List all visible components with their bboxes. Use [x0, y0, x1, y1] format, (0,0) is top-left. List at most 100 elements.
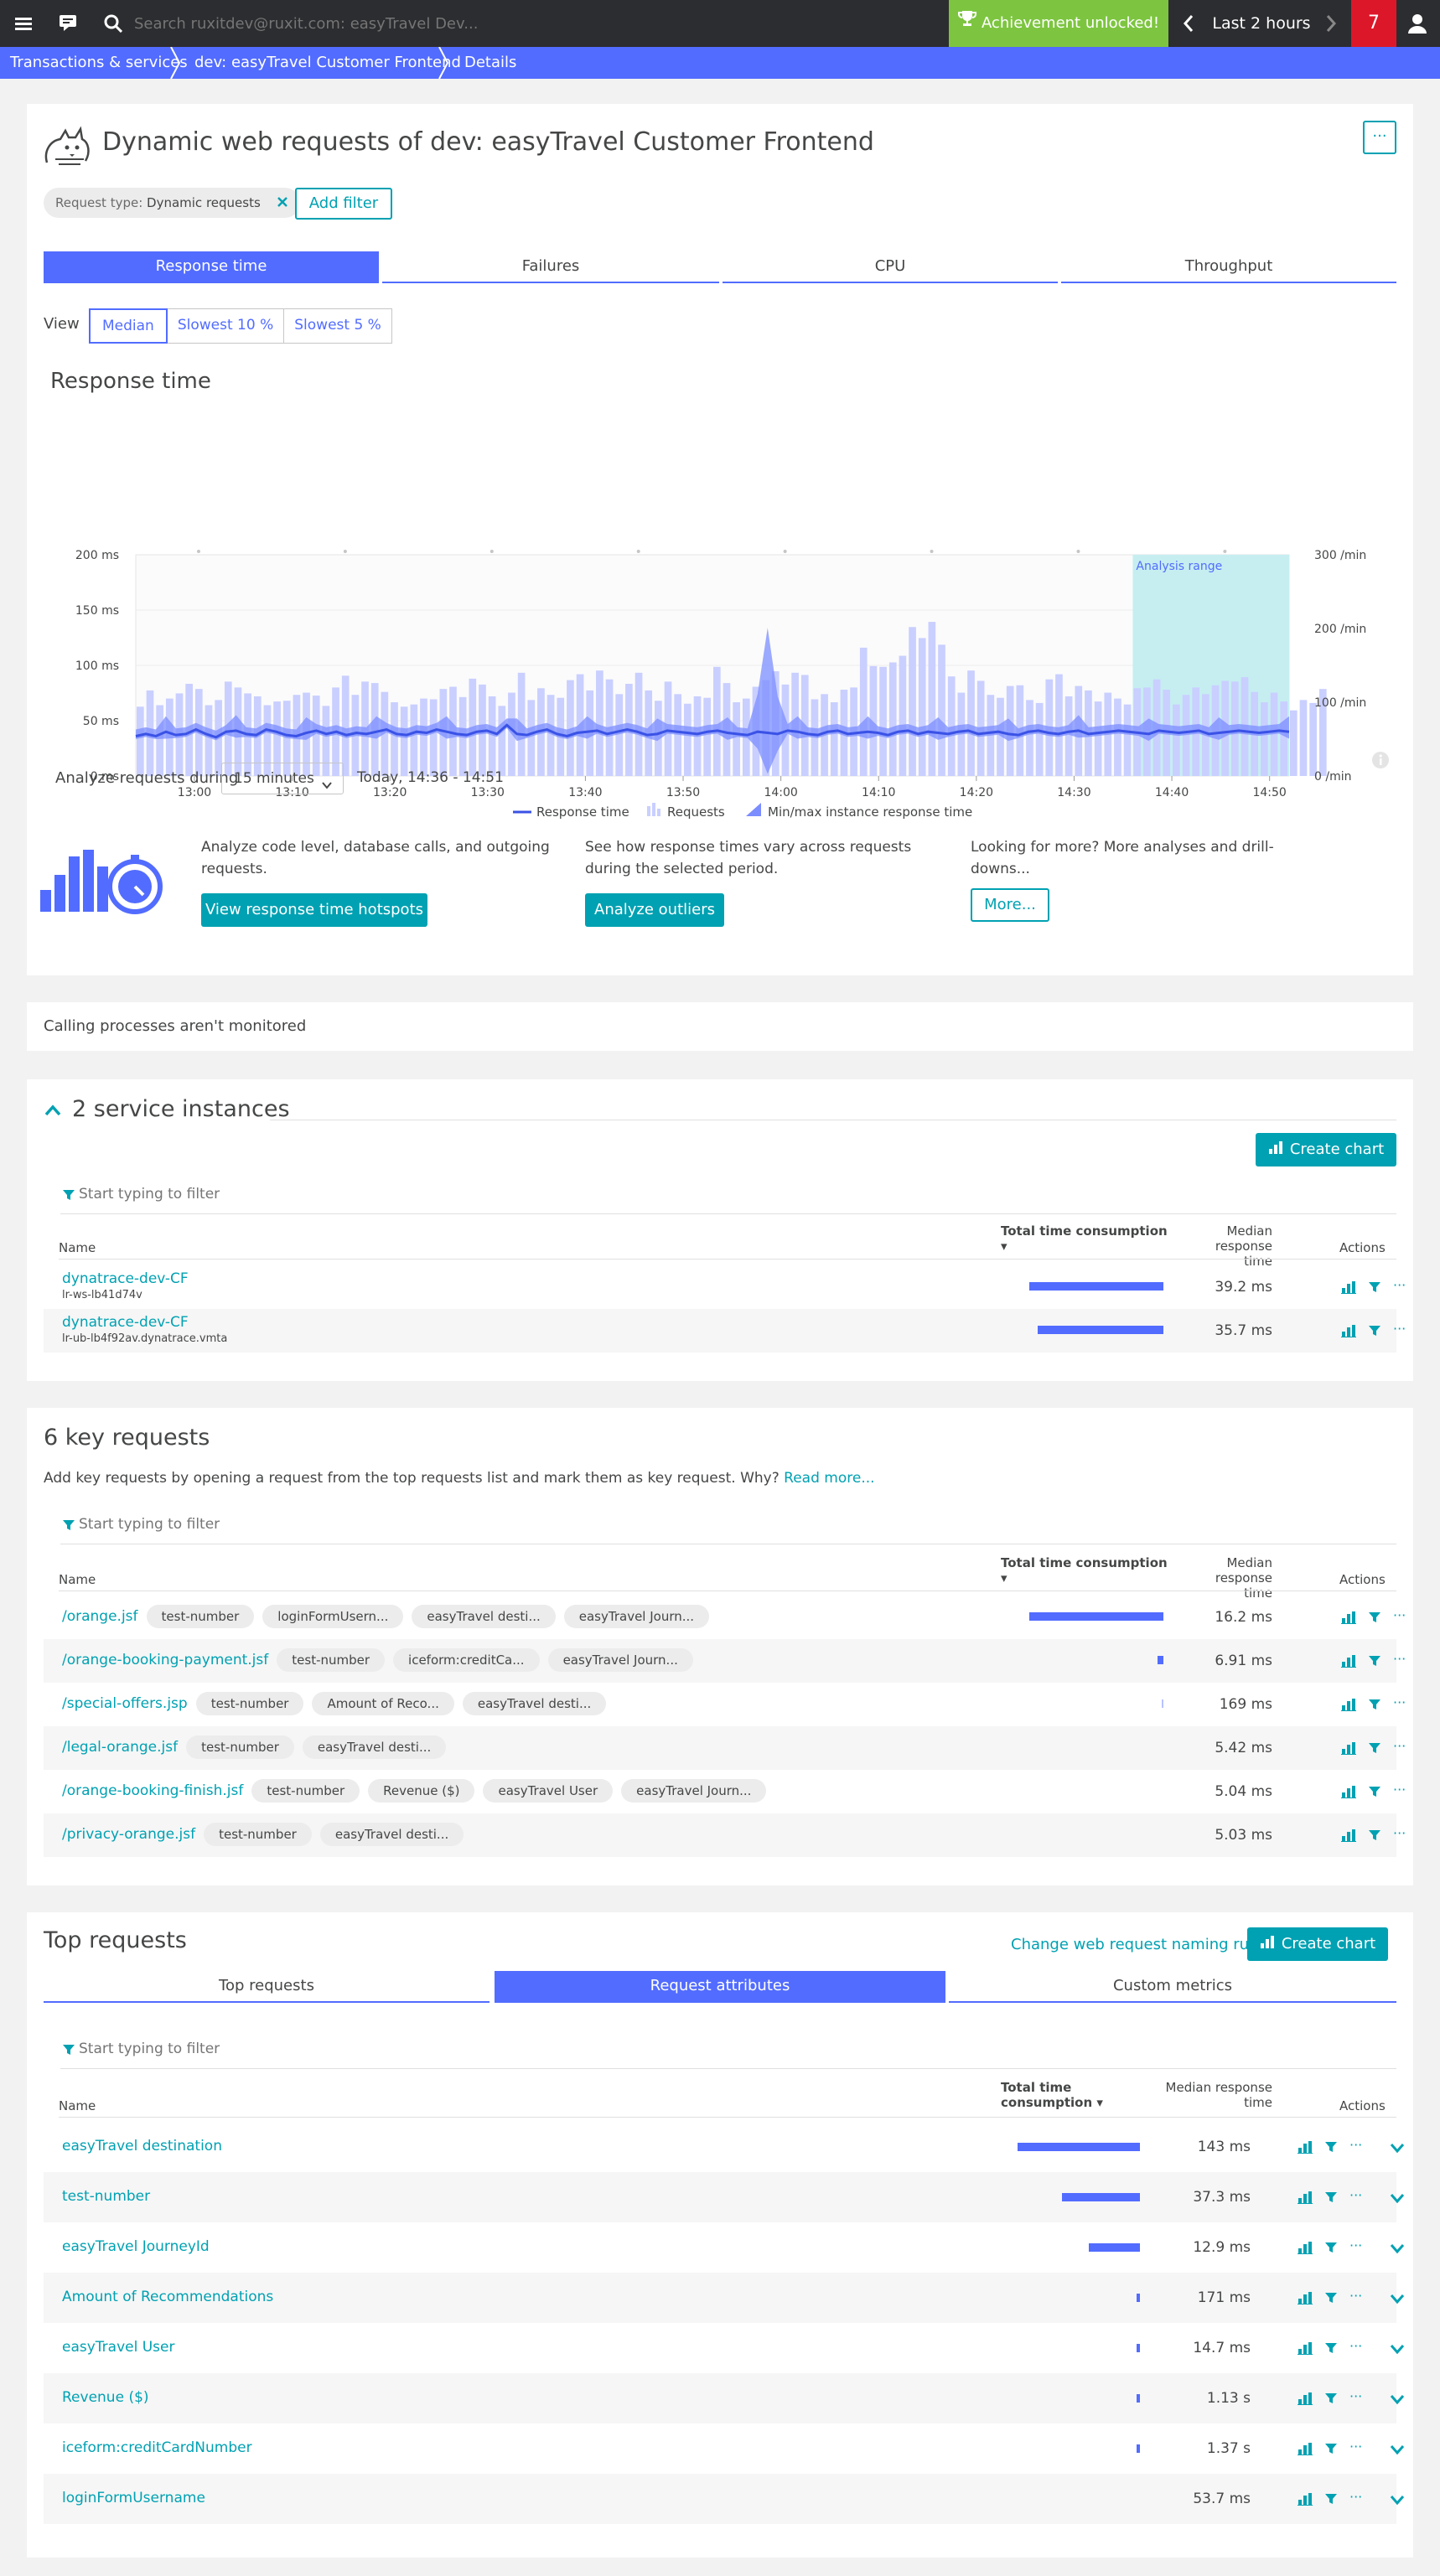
filter-icon[interactable]	[1368, 1324, 1381, 1337]
chevron-down-icon[interactable]	[1390, 2191, 1405, 2204]
filter-icon[interactable]	[1368, 1741, 1381, 1755]
more-icon[interactable]: ···	[1393, 1694, 1406, 1710]
tab-throughput[interactable]: Throughput	[1061, 251, 1396, 283]
legend-requests-label[interactable]: Requests	[667, 804, 725, 820]
filter-icon[interactable]	[1324, 2241, 1338, 2254]
more-icon[interactable]: ···	[1393, 1782, 1406, 1798]
chevron-down-icon[interactable]	[1390, 2442, 1405, 2455]
more-button[interactable]: ···	[1363, 121, 1396, 154]
more-icon[interactable]: ···	[1393, 1321, 1406, 1337]
request-attribute-link[interactable]: test-number	[62, 2188, 150, 2205]
more-icon[interactable]: ···	[1393, 1738, 1406, 1754]
chevron-down-icon[interactable]	[1390, 2291, 1405, 2304]
key-request-link[interactable]: /special-offers.jsp	[62, 1695, 188, 1712]
breadcrumb-item-transactions[interactable]: Transactions & services	[10, 47, 188, 79]
info-icon[interactable]	[1371, 751, 1390, 769]
analyze-outliers-button[interactable]: Analyze outliers	[585, 893, 724, 927]
chart-icon[interactable]	[1298, 2392, 1313, 2405]
tab-cpu[interactable]: CPU	[723, 251, 1058, 283]
add-filter-button[interactable]: Add filter	[295, 188, 392, 220]
chevron-up-icon[interactable]	[44, 1103, 62, 1118]
view-slowest5-button[interactable]: Slowest 5 %	[284, 308, 392, 344]
search-input[interactable]	[134, 10, 486, 37]
tab-top-requests[interactable]: Top requests	[44, 1971, 489, 2003]
filter-icon[interactable]	[1324, 2492, 1338, 2506]
view-hotspots-button[interactable]: View response time hotspots	[201, 893, 427, 927]
create-chart-button[interactable]: Create chart	[1247, 1927, 1388, 1961]
more-icon[interactable]: ···	[1393, 1607, 1406, 1623]
filter-icon[interactable]	[1324, 2291, 1338, 2304]
chevron-down-icon[interactable]	[1390, 2341, 1405, 2355]
close-icon[interactable]	[277, 189, 288, 219]
instance-name-link[interactable]: dynatrace-dev-CF	[62, 1270, 189, 1287]
request-attribute-link[interactable]: easyTravel destination	[62, 2138, 222, 2154]
tab-custom-metrics[interactable]: Custom metrics	[949, 1971, 1396, 2003]
chart-icon[interactable]	[1341, 1829, 1356, 1842]
filter-icon[interactable]	[1324, 2442, 1338, 2455]
more-icon[interactable]: ···	[1349, 2439, 1363, 2454]
timeframe-next-icon[interactable]	[1324, 13, 1338, 34]
filter-icon[interactable]	[1368, 1698, 1381, 1711]
naming-rules-link[interactable]: Change web request naming rules	[1011, 1936, 1271, 1953]
col-total-time[interactable]: Total time consumption ▾	[1001, 1555, 1168, 1585]
tab-failures[interactable]: Failures	[382, 251, 719, 283]
more-icon[interactable]: ···	[1349, 2187, 1363, 2203]
filter-icon[interactable]	[1368, 1654, 1381, 1668]
chart-icon[interactable]	[1298, 2140, 1313, 2154]
col-total-time[interactable]: Total time consumption ▾	[1001, 2080, 1118, 2110]
legend-response-time-label[interactable]: Response time	[536, 804, 629, 820]
key-request-link[interactable]: /orange.jsf	[62, 1608, 138, 1625]
col-total-time[interactable]: Total time consumption ▾	[1001, 1223, 1168, 1254]
filter-chip[interactable]: Request type: Dynamic requests	[44, 188, 300, 218]
filter-icon[interactable]	[1368, 1280, 1381, 1294]
chevron-down-icon[interactable]	[1390, 2241, 1405, 2254]
timeframe-selector[interactable]: Last 2 hours	[1207, 0, 1316, 47]
chart-icon[interactable]	[1341, 1611, 1356, 1624]
key-request-link[interactable]: /legal-orange.jsf	[62, 1739, 178, 1756]
chevron-down-icon[interactable]	[1390, 2392, 1405, 2405]
chart-icon[interactable]	[1298, 2291, 1313, 2304]
more-icon[interactable]: ···	[1349, 2388, 1363, 2404]
chart-icon[interactable]	[1298, 2492, 1313, 2506]
more-icon[interactable]: ···	[1393, 1277, 1406, 1293]
filter-icon[interactable]	[1324, 2392, 1338, 2405]
request-attribute-link[interactable]: loginFormUsername	[62, 2490, 205, 2506]
more-icon[interactable]: ···	[1349, 2338, 1363, 2354]
chat-icon[interactable]	[59, 14, 77, 31]
instances-filter-input[interactable]	[79, 1182, 498, 1207]
view-median-button[interactable]: Median	[89, 308, 168, 344]
chart-icon[interactable]	[1341, 1654, 1356, 1668]
breadcrumb-item-service[interactable]: dev: easyTravel Customer Frontend	[194, 47, 461, 79]
key-request-link[interactable]: /privacy-orange.jsf	[62, 1826, 195, 1843]
chevron-down-icon[interactable]	[1390, 2140, 1405, 2154]
key-request-link[interactable]: /orange-booking-payment.jsf	[62, 1652, 268, 1668]
tab-response-time[interactable]: Response time	[44, 251, 379, 283]
more-icon[interactable]: ···	[1393, 1825, 1406, 1841]
more-icon[interactable]: ···	[1349, 2137, 1363, 2153]
key-requests-filter-input[interactable]	[79, 1512, 498, 1537]
timeframe-prev-icon[interactable]	[1182, 13, 1195, 34]
menu-icon[interactable]	[15, 16, 32, 31]
request-attribute-link[interactable]: easyTravel JourneyId	[62, 2238, 210, 2255]
chart-icon[interactable]	[1341, 1324, 1356, 1337]
user-icon[interactable]	[1408, 13, 1427, 34]
chart-icon[interactable]	[1341, 1741, 1356, 1755]
request-attribute-link[interactable]: Revenue ($)	[62, 2389, 149, 2406]
more-icon[interactable]: ···	[1393, 1651, 1406, 1667]
chart-icon[interactable]	[1298, 2241, 1313, 2254]
filter-icon[interactable]	[1324, 2341, 1338, 2355]
request-attribute-link[interactable]: iceform:creditCardNumber	[62, 2439, 252, 2456]
view-slowest10-button[interactable]: Slowest 10 %	[167, 308, 285, 344]
instance-name-link[interactable]: dynatrace-dev-CF	[62, 1314, 189, 1331]
more-icon[interactable]: ···	[1349, 2237, 1363, 2253]
chart-icon[interactable]	[1298, 2341, 1313, 2355]
read-more-link[interactable]: Read more...	[784, 1470, 874, 1487]
chart-icon[interactable]	[1298, 2442, 1313, 2455]
key-request-link[interactable]: /orange-booking-finish.jsf	[62, 1782, 243, 1799]
legend-minmax-label[interactable]: Min/max instance response time	[768, 804, 972, 820]
request-attribute-link[interactable]: easyTravel User	[62, 2339, 174, 2356]
chart-icon[interactable]	[1298, 2191, 1313, 2204]
more-icon[interactable]: ···	[1349, 2288, 1363, 2304]
request-attribute-link[interactable]: Amount of Recommendations	[62, 2289, 273, 2305]
more-analyses-button[interactable]: More...	[971, 888, 1049, 922]
